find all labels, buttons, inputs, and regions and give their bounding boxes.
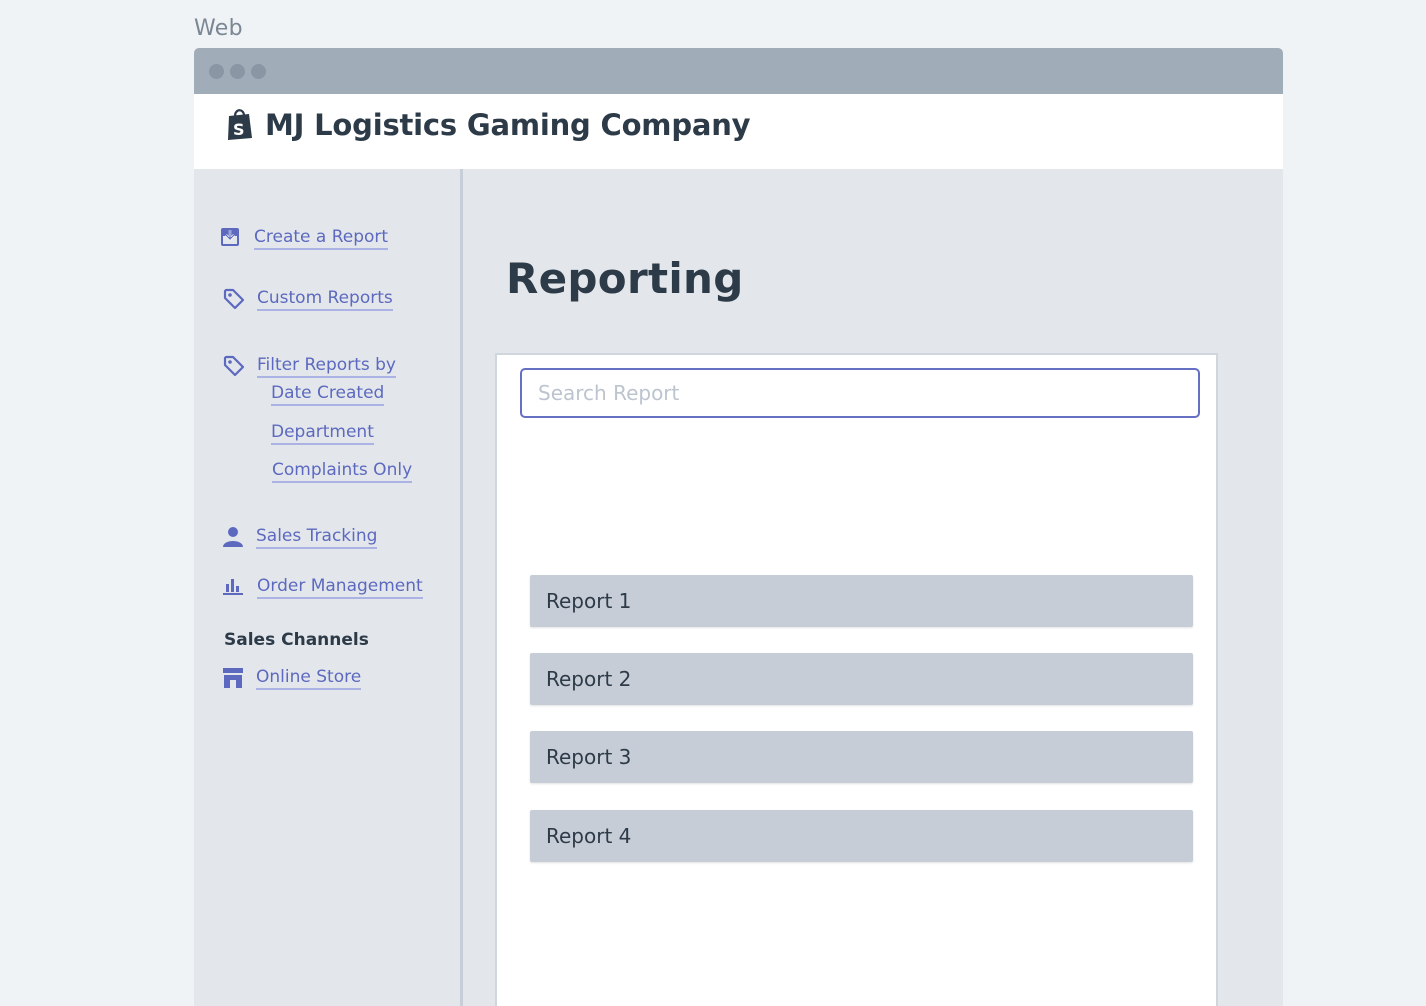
tag-icon	[223, 288, 245, 314]
person-icon	[222, 526, 244, 552]
sidebar-item-label[interactable]: Filter Reports by	[257, 355, 396, 378]
window-control-dot[interactable]	[230, 64, 245, 79]
app-header: S MJ Logistics Gaming Company	[194, 94, 1283, 169]
sidebar-item-label[interactable]: Create a Report	[254, 227, 389, 250]
page-title: Reporting	[506, 254, 744, 303]
sidebar-item-label[interactable]: Custom Reports	[257, 288, 393, 311]
sidebar-item-label[interactable]: Sales Tracking	[256, 526, 378, 549]
main-content: Reporting Report 1 Report 2 Report 3 Rep…	[463, 169, 1283, 1006]
report-list-item[interactable]: Report 1	[530, 575, 1193, 627]
filter-date-created[interactable]: Date Created	[271, 383, 385, 406]
window-titlebar	[194, 48, 1283, 94]
report-label: Report 2	[546, 667, 632, 691]
section-heading-sales-channels: Sales Channels	[224, 630, 369, 650]
bar-chart-icon	[223, 577, 243, 599]
window-control-dot[interactable]	[209, 64, 224, 79]
filter-complaints-only[interactable]: Complaints Only	[272, 460, 413, 483]
filter-department[interactable]: Department	[271, 422, 374, 445]
tag-icon	[223, 355, 245, 381]
store-icon	[222, 667, 244, 693]
shopping-bag-icon: S	[225, 107, 255, 145]
report-list-item[interactable]: Report 2	[530, 653, 1193, 705]
svg-text:S: S	[233, 120, 245, 139]
browser-window: S MJ Logistics Gaming Company Create a R…	[194, 48, 1283, 1006]
reports-panel: Report 1 Report 2 Report 3 Report 4	[495, 353, 1218, 1006]
sidebar: Create a Report Custom Reports Filter Re…	[194, 169, 463, 1006]
report-label: Report 3	[546, 745, 632, 769]
report-label: Report 4	[546, 824, 632, 848]
report-label: Report 1	[546, 589, 632, 613]
company-name: MJ Logistics Gaming Company	[265, 108, 751, 142]
report-list-item[interactable]: Report 3	[530, 731, 1193, 783]
sidebar-item-label[interactable]: Order Management	[257, 576, 423, 599]
window-control-dot[interactable]	[251, 64, 266, 79]
download-box-icon	[220, 227, 240, 251]
report-list-item[interactable]: Report 4	[530, 810, 1193, 862]
frame-label: Web	[194, 16, 243, 41]
search-input[interactable]	[520, 368, 1200, 418]
sidebar-item-label[interactable]: Online Store	[256, 667, 362, 690]
